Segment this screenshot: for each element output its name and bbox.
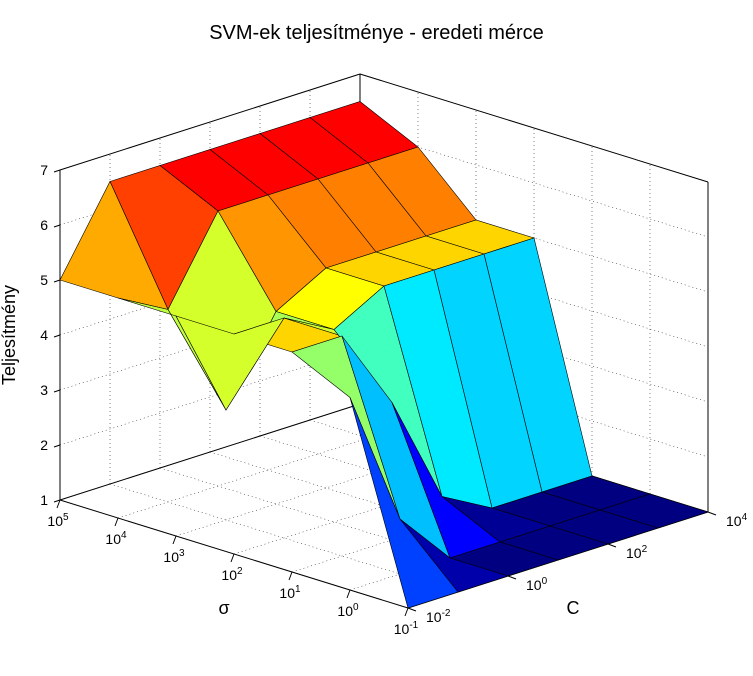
svg-text:102: 102 bbox=[626, 544, 648, 561]
svg-text:10-2: 10-2 bbox=[426, 608, 451, 625]
svg-text:7: 7 bbox=[40, 162, 48, 178]
svg-text:102: 102 bbox=[221, 566, 243, 583]
svg-text:1: 1 bbox=[40, 492, 48, 508]
svg-text:100: 100 bbox=[337, 602, 359, 619]
svg-text:C: C bbox=[567, 598, 580, 618]
svg-text:5: 5 bbox=[40, 272, 48, 288]
svg-text:10-1: 10-1 bbox=[394, 620, 419, 637]
svg-text:104: 104 bbox=[105, 530, 127, 547]
svg-text:Teljesítmény: Teljesítmény bbox=[0, 285, 19, 385]
svg-text:6: 6 bbox=[40, 217, 48, 233]
svg-text:105: 105 bbox=[47, 512, 69, 529]
surface-3d-plot: 1 2 3 4 5 6 7 105 104 103 102 101 100 10-1 10-2 100 102 1… bbox=[0, 0, 753, 676]
svg-text:4: 4 bbox=[40, 327, 48, 343]
svg-text:2: 2 bbox=[40, 437, 48, 453]
svg-text:3: 3 bbox=[40, 382, 48, 398]
svg-text:104: 104 bbox=[726, 512, 748, 529]
svg-text:100: 100 bbox=[526, 576, 548, 593]
svg-text:103: 103 bbox=[163, 548, 185, 565]
svg-text:σ: σ bbox=[218, 598, 229, 618]
svg-text:101: 101 bbox=[279, 584, 301, 601]
